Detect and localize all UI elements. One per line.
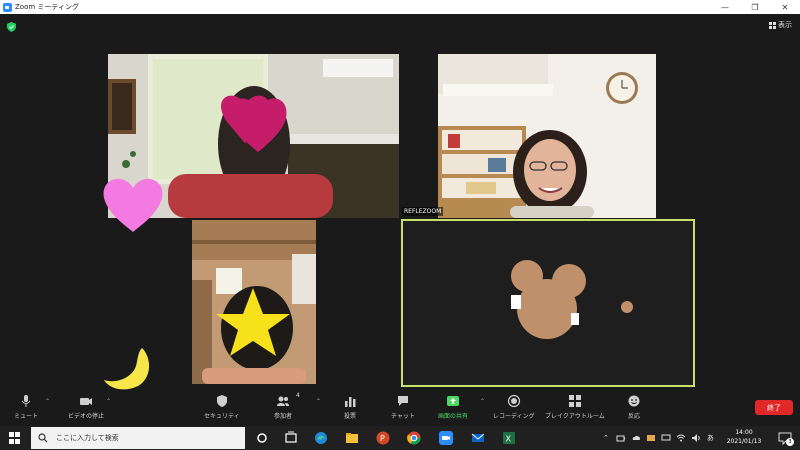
video-options-caret[interactable]: ⌃ <box>106 398 111 405</box>
poll-chart-icon <box>345 397 356 407</box>
video-feed-3 <box>192 220 316 384</box>
meeting-area: 表示 REFLEZOOM <box>0 14 800 392</box>
view-label: 表示 <box>778 21 792 29</box>
search-icon <box>38 433 48 443</box>
video-feed-2 <box>438 54 656 218</box>
breakout-rooms-icon <box>568 395 581 407</box>
participants-options-caret[interactable]: ⌃ <box>316 398 321 405</box>
zoom-app-icon[interactable] <box>438 430 454 446</box>
security-label: セキュリティ <box>204 413 240 420</box>
chat-bubble-icon <box>397 396 408 406</box>
end-meeting-button[interactable]: 終了 <box>755 400 793 415</box>
zoom-window: Zoom ミーティング — ❐ ✕ 表示 REFLEZOOM ミュート ⌃ ビデ… <box>0 0 800 450</box>
pink-heart-sticker <box>103 178 163 232</box>
svg-text:X: X <box>506 435 512 444</box>
chat-label: チャット <box>391 413 415 420</box>
windows-start-icon[interactable] <box>9 432 21 444</box>
grid-icon <box>769 21 776 29</box>
meeting-toolbar: ミュート ⌃ ビデオの停止 ⌃ セキュリティ 参加者 4 ⌃ 投票 チャット 画 <box>0 392 800 426</box>
reactions-label: 反応 <box>627 413 640 420</box>
battery-icon[interactable] <box>616 433 626 443</box>
taskbar-clock[interactable]: 14:00 2021/01/13 <box>718 428 770 446</box>
video-tile-2[interactable] <box>438 54 656 218</box>
share-options-caret[interactable]: ⌃ <box>480 398 485 405</box>
video-tile-3[interactable] <box>192 220 316 384</box>
volume-icon[interactable] <box>691 433 701 443</box>
stop-video-button[interactable]: ビデオの停止 <box>68 394 104 420</box>
microphone-icon <box>21 395 31 407</box>
minimize-button[interactable]: — <box>710 0 740 14</box>
chrome-icon[interactable] <box>406 430 422 446</box>
participants-count: 4 <box>296 392 300 399</box>
poll-label: 投票 <box>343 413 356 420</box>
participants-icon <box>277 396 289 406</box>
window-title: Zoom ミーティング <box>15 3 79 11</box>
mute-label: ミュート <box>14 413 39 420</box>
task-view-icon[interactable] <box>283 430 299 446</box>
share-screen-button[interactable]: 画面の共有 <box>438 394 468 420</box>
participants-label: 参加者 <box>274 413 293 420</box>
mute-button[interactable]: ミュート <box>14 394 38 420</box>
clock-time: 14:00 <box>735 429 753 436</box>
view-button[interactable]: 表示 <box>769 19 792 31</box>
onedrive-cloud-icon[interactable] <box>631 433 641 443</box>
svg-text:P: P <box>380 434 385 443</box>
reactions-button[interactable]: 反応 <box>627 394 641 420</box>
maximize-button[interactable]: ❐ <box>740 0 770 14</box>
window-controls: — ❐ ✕ <box>710 0 800 14</box>
search-placeholder: ここに入力して検索 <box>56 434 119 442</box>
taskbar-search-box[interactable]: ここに入力して検索 <box>31 427 245 449</box>
video-camera-icon <box>80 398 92 405</box>
security-shield-icon <box>216 395 227 407</box>
clock-date: 2021/01/13 <box>726 438 762 445</box>
participant-avatar-4 <box>511 260 633 339</box>
title-bar: Zoom ミーティング — ❐ ✕ <box>0 0 800 14</box>
file-explorer-icon[interactable] <box>344 430 360 446</box>
powerpoint-icon[interactable]: P <box>375 430 391 446</box>
windows-taskbar: ここに入力して検索 P X ⌃ あ 14:00 2021/01/13 3 <box>0 426 800 450</box>
edge-browser-icon[interactable] <box>313 430 329 446</box>
notification-count-badge: 3 <box>786 438 794 446</box>
meeting-tray-icon[interactable] <box>646 433 656 443</box>
chat-button[interactable]: チャット <box>391 394 415 420</box>
record-icon <box>507 394 520 408</box>
excel-icon[interactable]: X <box>501 430 517 446</box>
security-button[interactable]: セキュリティ <box>204 394 240 420</box>
ime-indicator[interactable]: あ <box>707 433 714 443</box>
mail-icon[interactable] <box>470 430 486 446</box>
close-button[interactable]: ✕ <box>770 0 800 14</box>
tray-expand-icon[interactable]: ⌃ <box>603 434 609 442</box>
stop-video-label: ビデオの停止 <box>68 413 105 420</box>
poll-button[interactable]: 投票 <box>343 394 357 420</box>
cortana-icon[interactable] <box>254 430 270 446</box>
wifi-icon[interactable] <box>676 433 686 443</box>
video-tile-4-active-speaker[interactable] <box>401 219 695 387</box>
participants-button[interactable]: 参加者 <box>274 394 292 420</box>
reactions-smiley-icon <box>628 395 640 407</box>
encryption-shield-icon[interactable] <box>7 22 16 32</box>
audio-options-caret[interactable]: ⌃ <box>45 398 50 405</box>
system-tray: ⌃ あ <box>603 426 714 450</box>
record-button[interactable]: レコーディング <box>493 394 535 420</box>
breakout-rooms-label: ブレイクアウトルーム <box>545 413 605 420</box>
participant-name-tag: REFLEZOOM <box>402 207 444 216</box>
banana-sticker <box>104 348 150 390</box>
zoom-logo-icon <box>3 2 12 12</box>
breakout-rooms-button[interactable]: ブレイクアウトルーム <box>545 394 605 420</box>
display-icon[interactable] <box>661 433 671 443</box>
share-screen-icon <box>447 396 459 406</box>
share-screen-label: 画面の共有 <box>438 413 469 420</box>
record-label: レコーディング <box>493 413 535 420</box>
